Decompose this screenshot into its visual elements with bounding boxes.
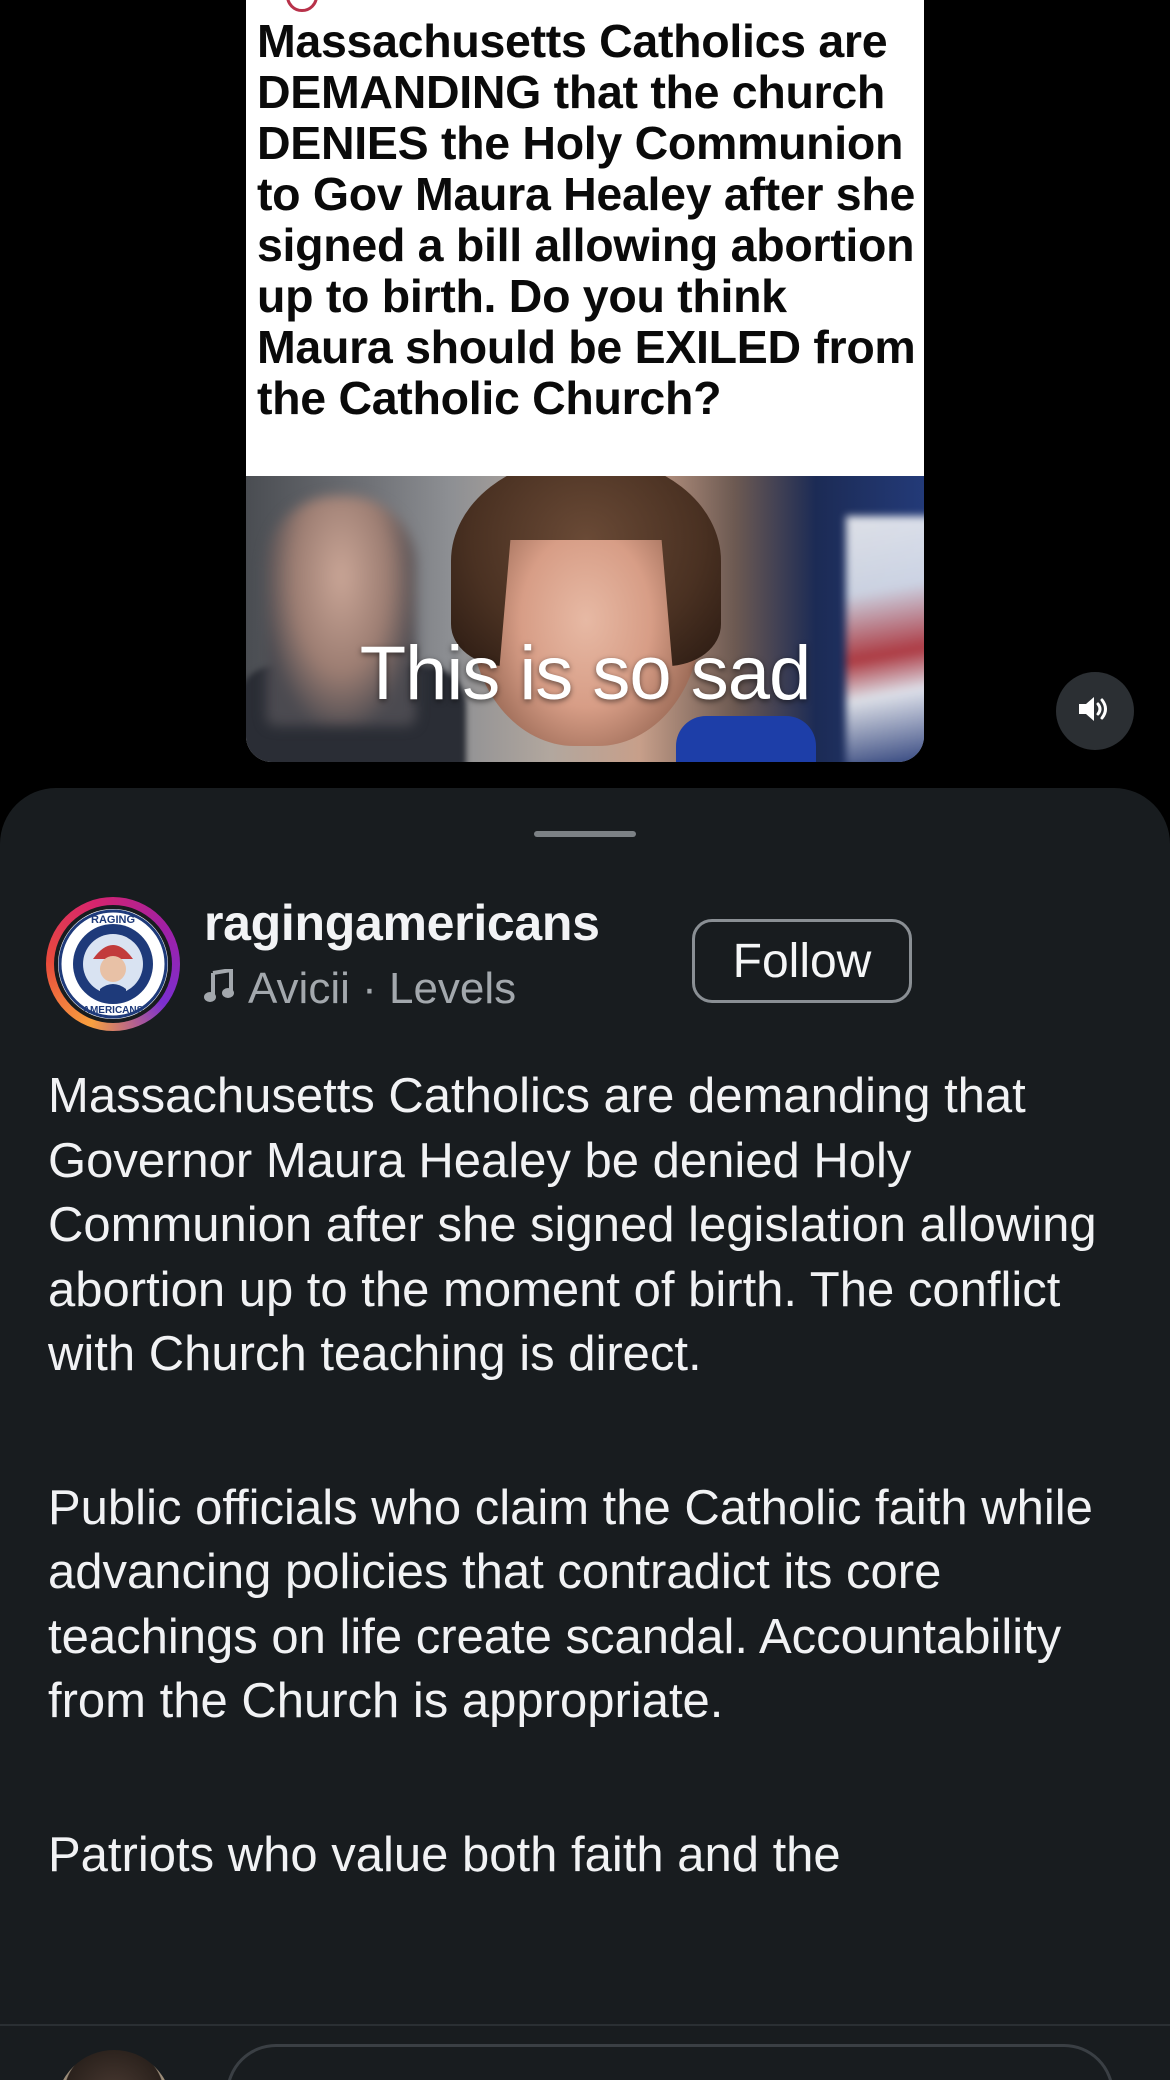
sheet-grabber-handle[interactable] [534, 831, 636, 837]
description-paragraph: Massachusetts Catholics are demanding th… [48, 1069, 1097, 1381]
svg-text:RAGING: RAGING [91, 914, 135, 926]
comment-divider [0, 2024, 1170, 2026]
current-user-avatar [56, 2050, 172, 2080]
video-photo [246, 476, 924, 762]
post-details-sheet[interactable]: RAGING AMERICANS ragingamericans Avicii … [0, 788, 1170, 2080]
volume-button[interactable] [1056, 672, 1134, 750]
video-caption: This is so sad [359, 631, 812, 716]
audio-track-link[interactable]: Avicii · Levels [204, 964, 516, 1014]
username-link[interactable]: ragingamericans [204, 894, 600, 952]
avatar[interactable]: RAGING AMERICANS [46, 897, 180, 1031]
headline-panel: Massachusetts Catholics are DEMANDING th… [246, 0, 924, 476]
music-note-icon [204, 964, 234, 1014]
description-paragraph: Patriots who value both faith and the [48, 1827, 841, 1882]
speaker-on-icon [1077, 694, 1113, 729]
comment-input[interactable] [226, 2044, 1114, 2080]
video-player[interactable]: Massachusetts Catholics are DEMANDING th… [0, 0, 1170, 800]
video-frame[interactable]: Massachusetts Catholics are DEMANDING th… [246, 0, 924, 762]
channel-logo [286, 0, 318, 12]
video-headline: Massachusetts Catholics are DEMANDING th… [257, 15, 916, 424]
raging-americans-logo: RAGING AMERICANS [58, 909, 168, 1019]
svg-text:AMERICANS: AMERICANS [83, 1005, 144, 1016]
post-description: Massachusetts Catholics are demanding th… [48, 1064, 1128, 1976]
description-paragraph: Public officials who claim the Catholic … [48, 1480, 1093, 1729]
follow-button[interactable]: Follow [692, 919, 912, 1003]
audio-track-label: Avicii · Levels [248, 964, 517, 1013]
